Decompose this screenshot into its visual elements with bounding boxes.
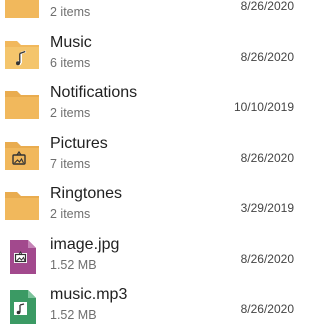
- item-date: 8/26/2020: [240, 251, 294, 266]
- item-name: Notifications: [50, 84, 138, 101]
- item-name: Music: [50, 33, 92, 51]
- list-item[interactable]: Pictures 7 items 8/26/2020: [0, 130, 300, 180]
- music-folder-icon: [3, 37, 41, 73]
- item-date: 8/26/2020: [240, 150, 294, 165]
- audio-file-icon: [3, 289, 41, 325]
- folder-icon: [3, 188, 41, 224]
- item-name: image.jpg: [50, 235, 120, 253]
- item-date: 8/26/2020: [240, 49, 294, 64]
- item-name: Pictures: [50, 134, 108, 152]
- list-item[interactable]: Notifications 2 items 10/10/2019: [0, 79, 300, 129]
- item-name: music.mp3: [50, 286, 128, 303]
- item-count: 2 items: [50, 207, 91, 221]
- pictures-folder-icon: [3, 138, 41, 174]
- folder-icon: [3, 0, 41, 22]
- item-date: 8/26/2020: [240, 302, 294, 316]
- folder-icon: [3, 87, 41, 123]
- file-list: 2 items 8/26/2020 Music 6 items 8/26/202…: [0, 0, 300, 332]
- item-name: Ringtones: [50, 185, 123, 202]
- list-item[interactable]: 2 items 8/26/2020: [0, 0, 300, 28]
- item-date: 8/26/2020: [240, 0, 294, 13]
- item-date: 10/10/2019: [233, 100, 294, 114]
- item-count: 6 items: [50, 55, 91, 70]
- item-count: 7 items: [50, 156, 91, 171]
- image-file-icon: [3, 239, 41, 275]
- list-item[interactable]: Music 6 items 8/26/2020: [0, 29, 300, 79]
- list-item[interactable]: Ringtones 2 items 3/29/2019: [0, 180, 300, 230]
- item-size: 1.52 MB: [50, 308, 97, 322]
- item-count: 2 items: [50, 106, 91, 120]
- list-item[interactable]: image.jpg 1.52 MB 8/26/2020: [0, 231, 300, 281]
- list-item[interactable]: music.mp3 1.52 MB 8/26/2020: [0, 281, 300, 331]
- item-count: 2 items: [50, 5, 91, 19]
- item-date: 3/29/2019: [240, 201, 294, 215]
- item-size: 1.52 MB: [50, 257, 97, 272]
